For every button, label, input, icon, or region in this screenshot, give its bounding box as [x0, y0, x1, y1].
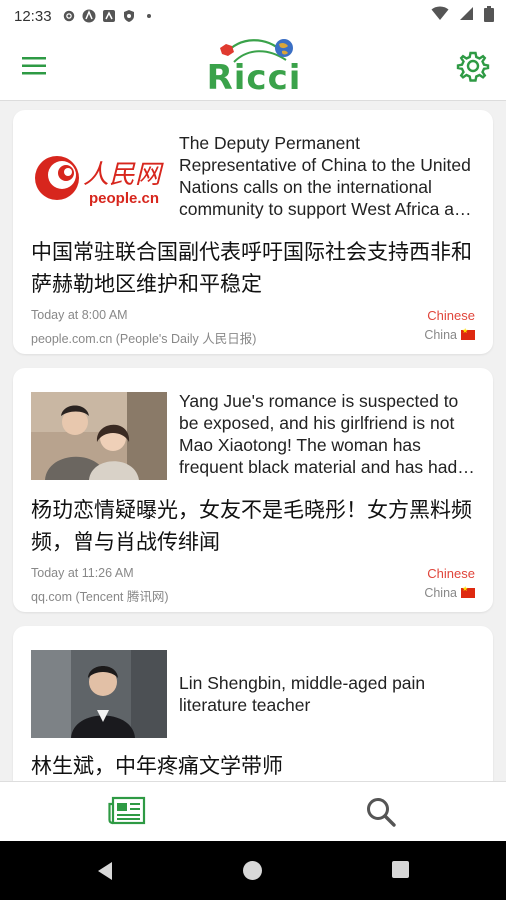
country-label: China	[424, 586, 457, 600]
shield-notification-icon	[122, 9, 136, 23]
newspaper-icon	[108, 796, 146, 825]
news-feed[interactable]: 人民网 people.cn The Deputy Permanent Repre…	[0, 101, 506, 781]
thumbnail-logo-subtext: people.cn	[89, 190, 160, 207]
article-chinese-title[interactable]: 杨玏恋情疑曝光，女友不是毛晓彤！女方黑料频频，曾与肖战传绯闻	[31, 494, 481, 558]
gear-icon	[456, 51, 490, 82]
nav-news-button[interactable]	[108, 796, 146, 826]
article-language: Chinese	[427, 308, 475, 323]
china-flag-icon	[461, 585, 475, 598]
article-time: Today at 11:26 AM	[31, 566, 134, 580]
article-time: Today at 8:00 AM	[31, 308, 128, 322]
article-chinese-title[interactable]: 林生斌，中年疼痛文学带师	[31, 750, 481, 781]
hamburger-menu-icon	[22, 57, 46, 75]
article-thumbnail: 人民网 people.cn	[31, 134, 167, 222]
app-logo: Ricci	[198, 34, 310, 98]
article-chinese-title[interactable]: 中国常驻联合国副代表呼吁国际社会支持西非和萨赫勒地区维护和平稳定	[31, 236, 481, 300]
article-english-title[interactable]: The Deputy Permanent Representative of C…	[179, 132, 479, 220]
article-english-title[interactable]: Lin Shengbin, middle-aged pain literatur…	[179, 672, 479, 716]
system-recents-button[interactable]	[392, 861, 409, 878]
system-back-button[interactable]	[96, 861, 114, 886]
system-navigation-bar	[0, 841, 506, 900]
app-notification-icon	[82, 9, 96, 23]
more-notifications-dot-icon	[142, 9, 156, 23]
country-label: China	[424, 328, 457, 342]
back-triangle-icon	[98, 862, 112, 880]
man-portrait-image	[31, 650, 167, 738]
article-thumbnail	[31, 392, 167, 480]
china-flag-icon	[461, 327, 475, 340]
article-card[interactable]: Yang Jue's romance is suspected to be ex…	[13, 368, 493, 612]
logo-text: Ricci	[206, 58, 302, 98]
nav-search-button[interactable]	[364, 795, 398, 829]
settings-button[interactable]	[456, 49, 490, 83]
article-country: China	[424, 585, 475, 600]
status-bar: 12:33	[0, 0, 506, 32]
settings-notification-icon	[62, 9, 76, 23]
article-card[interactable]: 人民网 people.cn The Deputy Permanent Repre…	[13, 110, 493, 354]
article-language: Chinese	[427, 566, 475, 581]
article-card[interactable]: Lin Shengbin, middle-aged pain literatur…	[13, 626, 493, 781]
app-notification-icon	[102, 9, 116, 23]
article-source: qq.com (Tencent 腾讯网)	[31, 590, 169, 604]
article-country: China	[424, 327, 475, 342]
app-bar: Ricci	[0, 32, 506, 101]
system-home-button[interactable]	[243, 861, 262, 880]
article-thumbnail	[31, 650, 167, 738]
article-english-title[interactable]: Yang Jue's romance is suspected to be ex…	[179, 390, 479, 478]
wifi-icon	[431, 6, 449, 26]
menu-button[interactable]	[18, 50, 50, 82]
battery-icon	[484, 5, 494, 27]
status-time: 12:33	[14, 7, 52, 25]
couple-photo-image	[31, 392, 167, 480]
search-icon	[367, 798, 396, 827]
cell-signal-icon	[459, 6, 474, 26]
bottom-navigation	[0, 781, 506, 842]
thumbnail-logo-text: 人民网	[83, 160, 162, 190]
article-source: people.com.cn (People's Daily 人民日报)	[31, 332, 257, 346]
